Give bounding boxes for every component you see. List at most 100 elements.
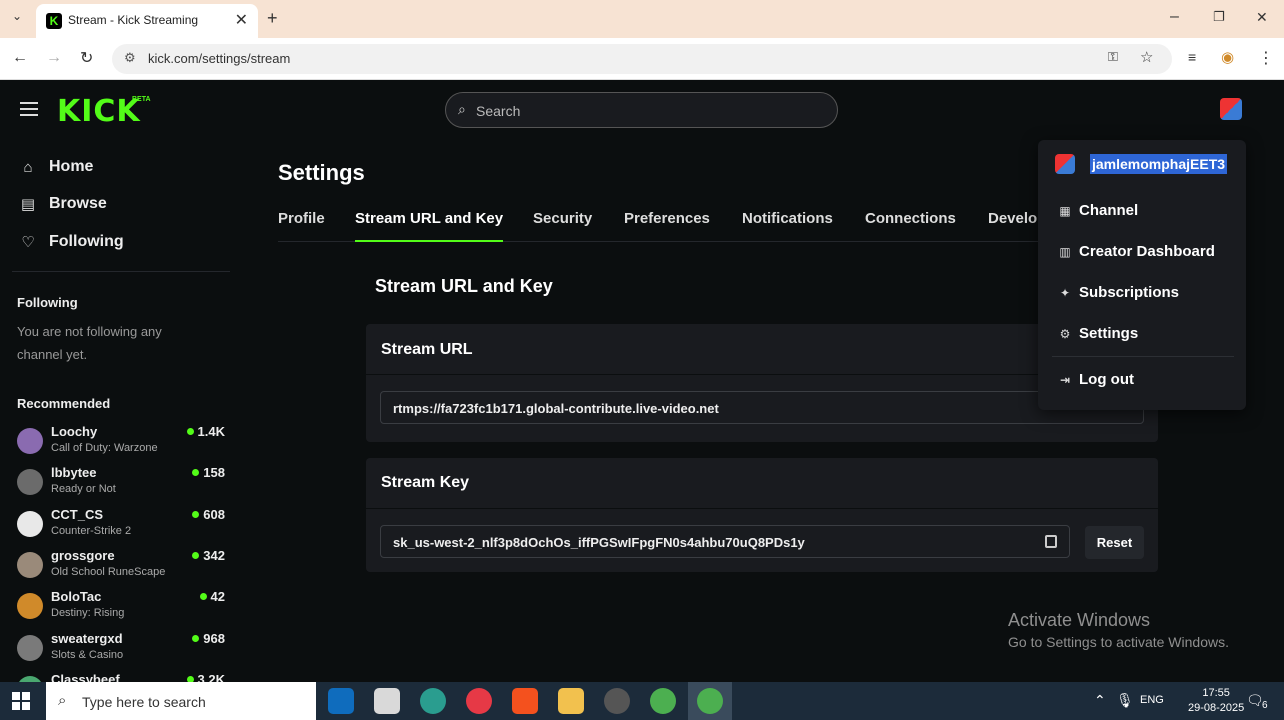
menu-divider [1052, 356, 1234, 357]
recommended-channel[interactable]: lbbytee Ready or Not 158 [17, 465, 225, 503]
logout-icon: ⇥ [1059, 372, 1071, 387]
outlook-icon[interactable] [328, 688, 354, 714]
search-bar[interactable]: ⌕ [445, 92, 838, 128]
address-bar[interactable]: ⚙ kick.com/settings/stream ⚿ ☆ [112, 44, 1172, 74]
tab-stream-url-and-key[interactable]: Stream URL and Key [355, 210, 504, 242]
chrome-active-taskbar-item[interactable] [688, 682, 732, 720]
brave-icon[interactable] [512, 688, 538, 714]
viewer-count: 342 [192, 548, 225, 563]
tab-developer[interactable]: Develo [988, 210, 1037, 242]
menu-item-label: Log out [1079, 371, 1134, 388]
close-tab-icon[interactable]: ✕ [235, 10, 248, 30]
tab-connections[interactable]: Connections [865, 210, 956, 242]
new-tab-button[interactable]: + [267, 8, 278, 29]
sidebar-item-browse[interactable]: ▤ Browse [17, 195, 107, 213]
close-window-icon[interactable]: ✕ [1256, 9, 1268, 26]
star-icon[interactable]: ☆ [1140, 48, 1153, 66]
menu-item-log-out[interactable]: ⇥ Log out [1058, 371, 1134, 388]
heart-icon: ♡ [21, 234, 35, 251]
live-dot-icon [192, 510, 200, 518]
stream-key-card: Stream Key sk_us-west-2_nlf3p8dOchOs_iff… [366, 458, 1158, 572]
menu-item-creator-dashboard[interactable]: ▥ Creator Dashboard [1058, 243, 1215, 260]
recommended-channel[interactable]: BoloTac Destiny: Rising 42 [17, 589, 225, 627]
reset-button[interactable]: Reset [1085, 526, 1144, 559]
media-icon[interactable]: ≡ [1188, 49, 1196, 65]
reload-icon[interactable]: ↻ [80, 48, 93, 68]
menu-avatar [1055, 154, 1075, 174]
menu-item-subscriptions[interactable]: ✦ Subscriptions [1058, 284, 1179, 301]
minimize-icon[interactable]: – [1170, 8, 1179, 26]
menu-item-settings[interactable]: ⚙ Settings [1058, 325, 1139, 342]
microphone-icon[interactable]: 🎙 [1116, 692, 1134, 709]
following-heading: Following [17, 295, 78, 310]
channel-category: Destiny: Rising [51, 607, 125, 620]
clock[interactable]: 17:55 29-08-2025 [1188, 686, 1244, 716]
tab-search-icon[interactable]: ⌄ [12, 9, 22, 23]
live-dot-icon [186, 428, 194, 435]
sidebar-item-label: Home [49, 158, 94, 175]
channel-avatar [17, 551, 43, 578]
tab-notifications[interactable]: Notifications [742, 210, 833, 242]
profile-icon[interactable]: ◉ [1221, 48, 1234, 66]
menu-icon[interactable]: ⋮ [1258, 48, 1274, 68]
recommended-channel[interactable]: grossgore Old School RuneScape 342 [17, 548, 225, 586]
tab-profile[interactable]: Profile [278, 210, 325, 242]
tab-preferences[interactable]: Preferences [624, 210, 710, 242]
menu-username[interactable]: jamlemomphajEET3 [1090, 154, 1228, 174]
key-icon[interactable]: ⚿ [1108, 49, 1118, 65]
recommended-channel[interactable]: sweatergxd Slots & Casino 968 [17, 631, 225, 669]
channel-avatar [17, 634, 43, 661]
channel-category: Counter-Strike 2 [51, 524, 132, 537]
file-explorer-icon[interactable] [558, 688, 584, 714]
hamburger-menu-icon[interactable] [20, 102, 38, 116]
recommended-channel[interactable]: Loochy Call of Duty: Warzone 1.4K [17, 424, 225, 462]
user-avatar[interactable] [1220, 98, 1242, 120]
browse-icon: ▤ [20, 196, 36, 213]
search-input[interactable] [476, 101, 816, 121]
browser-tab[interactable]: K Stream - Kick Streaming ✕ [36, 4, 258, 38]
stream-key-field[interactable]: sk_us-west-2_nlf3p8dOchOs_iffPGSwIFpgFN0… [380, 525, 1070, 558]
copy-icon[interactable] [1045, 535, 1057, 548]
forward-icon[interactable]: → [46, 49, 62, 67]
taskbar-search[interactable]: ⌕ Type here to search [46, 682, 316, 720]
vivaldi-icon[interactable] [466, 688, 492, 714]
channel-avatar [17, 593, 43, 620]
channel-avatar [17, 469, 43, 496]
sidebar-item-label: Following [49, 233, 124, 250]
channel-avatar [17, 428, 43, 454]
channel-category: Ready or Not [51, 483, 116, 496]
channel-icon: ▦ [1059, 203, 1071, 218]
beta-badge: BETA [132, 96, 151, 103]
sidebar-item-home[interactable]: ⌂ Home [17, 158, 93, 176]
recorder-icon[interactable] [604, 688, 630, 714]
channel-name: Loochy [51, 424, 98, 439]
windows-start-icon[interactable] [12, 692, 30, 710]
store-icon[interactable] [374, 688, 400, 714]
kick-logo[interactable]: KICK [57, 94, 141, 129]
language-indicator[interactable]: ENG [1140, 694, 1164, 706]
gear-icon: ⚙ [1059, 326, 1071, 341]
section-title: Stream URL and Key [375, 276, 553, 296]
edge-icon[interactable] [420, 688, 446, 714]
menu-item-label: Channel [1079, 202, 1139, 219]
back-icon[interactable]: ← [12, 49, 28, 67]
browser-toolbar: ← → ↻ ⚙ kick.com/settings/stream ⚿ ☆ ≡ ◉… [0, 38, 1284, 80]
stream-url-field[interactable]: rtmps://fa723fc1b171.global-contribute.l… [380, 391, 1144, 424]
stream-key-label: Stream Key [381, 474, 470, 491]
chrome-icon [697, 688, 723, 714]
search-icon: ⌕ [458, 101, 466, 117]
live-dot-icon [192, 634, 200, 642]
recommended-channel[interactable]: CCT_CS Counter-Strike 2 608 [17, 507, 225, 545]
stream-key-value: sk_us-west-2_nlf3p8dOchOs_iffPGSwIFpgFN0… [393, 535, 805, 550]
restore-icon[interactable]: ❐ [1213, 9, 1225, 25]
sidebar-item-following[interactable]: ♡ Following [17, 233, 124, 251]
menu-item-channel[interactable]: ▦ Channel [1058, 202, 1138, 219]
menu-item-label: Settings [1079, 325, 1139, 342]
tab-security[interactable]: Security [533, 210, 592, 242]
viewer-count: 1.4K [186, 424, 225, 439]
tray-chevron-icon[interactable]: ⌃ [1094, 692, 1106, 709]
site-info-icon[interactable]: ⚙ [124, 50, 136, 66]
kick-site: KICK BETA ⌕ ⌂ Home ▤ Browse ♡ Following … [0, 80, 1284, 702]
chrome-icon[interactable] [650, 688, 676, 714]
live-dot-icon [199, 593, 207, 601]
